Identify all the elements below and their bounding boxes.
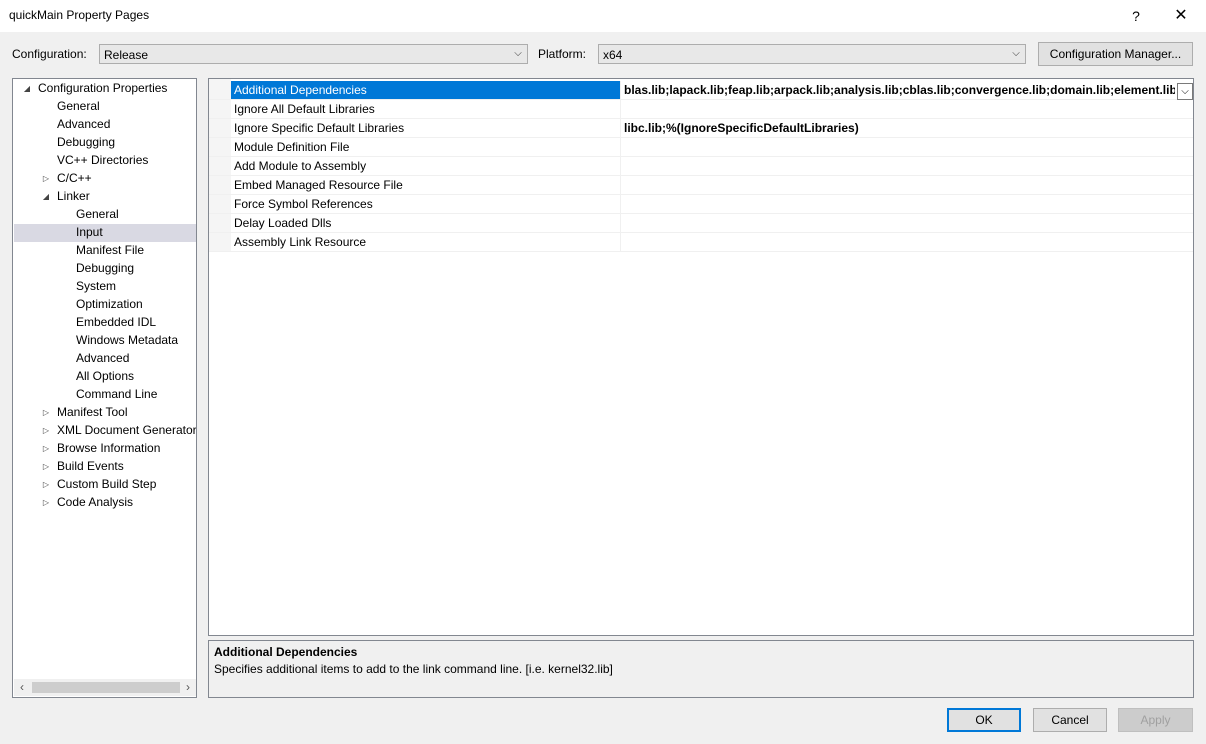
expand-triangle-icon[interactable]: ▷ [41, 444, 51, 453]
title-bar: quickMain Property Pages ? ✕ [0, 0, 1206, 32]
property-value[interactable]: blas.lib;lapack.lib;feap.lib;arpack.lib;… [620, 81, 1175, 99]
property-name[interactable]: Assembly Link Resource [231, 233, 620, 251]
property-row[interactable]: Embed Managed Resource File [209, 176, 1193, 195]
tree-item-command-line[interactable]: Command Line [76, 385, 157, 403]
tree-item-embedded-idl[interactable]: Embedded IDL [76, 313, 156, 331]
tree-item-c-cpp[interactable]: C/C++ [57, 169, 92, 187]
expand-triangle-icon[interactable]: ▷ [41, 462, 51, 471]
tree-item-general[interactable]: General [57, 97, 100, 115]
platform-combo[interactable]: x64 ⌵ [598, 44, 1026, 64]
expand-triangle-icon[interactable]: ▷ [41, 408, 51, 417]
description-text: Specifies additional items to add to the… [214, 662, 613, 676]
chevron-down-icon: ⌵ [1012, 48, 1020, 59]
property-name[interactable]: Ignore Specific Default Libraries [231, 119, 620, 137]
property-name[interactable]: Module Definition File [231, 138, 620, 156]
tree-item-windows-metadata[interactable]: Windows Metadata [76, 331, 178, 349]
property-value[interactable]: libc.lib;%(IgnoreSpecificDefaultLibrarie… [620, 119, 1193, 137]
tree-item-debugging[interactable]: Debugging [57, 133, 115, 151]
property-value[interactable] [620, 157, 1193, 175]
collapse-triangle-icon[interactable]: ◢ [22, 84, 32, 93]
tree-item-linker[interactable]: Linker [57, 187, 90, 205]
property-name[interactable]: Force Symbol References [231, 195, 620, 213]
window-title: quickMain Property Pages [9, 8, 150, 22]
tree-item-advanced[interactable]: Advanced [57, 115, 110, 133]
property-grid[interactable]: Additional Dependencies blas.lib;lapack.… [208, 78, 1194, 636]
property-value[interactable] [620, 233, 1193, 251]
chevron-down-icon: ⌵ [514, 48, 522, 59]
configuration-value: Release [104, 48, 149, 62]
tree-item-code-analysis[interactable]: Code Analysis [57, 493, 133, 511]
property-row[interactable]: Additional Dependencies blas.lib;lapack.… [209, 81, 1193, 100]
tree-item-linker-debugging[interactable]: Debugging [76, 259, 134, 277]
tree-item-linker-general[interactable]: General [76, 205, 119, 223]
tree-item-optimization[interactable]: Optimization [76, 295, 143, 313]
tree-item-xml-document-generator[interactable]: XML Document Generator [57, 421, 196, 439]
apply-button[interactable]: Apply [1118, 708, 1193, 732]
property-name[interactable]: Add Module to Assembly [231, 157, 620, 175]
property-name[interactable]: Ignore All Default Libraries [231, 100, 620, 118]
property-row[interactable]: Ignore All Default Libraries [209, 100, 1193, 119]
property-value[interactable] [620, 214, 1193, 232]
close-button[interactable]: ✕ [1158, 0, 1204, 32]
tree-item-manifest-tool[interactable]: Manifest Tool [57, 403, 127, 421]
property-row[interactable]: Assembly Link Resource [209, 233, 1193, 252]
property-row[interactable]: Add Module to Assembly [209, 157, 1193, 176]
property-row[interactable]: Ignore Specific Default Libraries libc.l… [209, 119, 1193, 138]
property-value[interactable] [620, 138, 1193, 156]
platform-value: x64 [603, 48, 623, 62]
tree-item-build-events[interactable]: Build Events [57, 457, 124, 475]
tree-item-system[interactable]: System [76, 277, 116, 295]
tree-item-linker-advanced[interactable]: Advanced [76, 349, 129, 367]
property-value[interactable] [620, 176, 1193, 194]
description-title: Additional Dependencies [214, 645, 358, 659]
property-value[interactable] [620, 100, 1193, 118]
help-button[interactable]: ? [1116, 0, 1156, 32]
property-name[interactable]: Additional Dependencies [231, 81, 620, 99]
tree-item-linker-input[interactable]: Input [76, 223, 103, 241]
property-row[interactable]: Module Definition File [209, 138, 1193, 157]
configuration-manager-button[interactable]: Configuration Manager... [1038, 42, 1193, 66]
tree-item-custom-build-step[interactable]: Custom Build Step [57, 475, 156, 493]
expand-triangle-icon[interactable]: ▷ [41, 498, 51, 507]
tree-horizontal-scrollbar[interactable]: ‹ › [14, 679, 196, 696]
ok-button[interactable]: OK [947, 708, 1021, 732]
tree-item-configuration-properties[interactable]: Configuration Properties [38, 79, 167, 97]
property-name[interactable]: Delay Loaded Dlls [231, 214, 620, 232]
expand-triangle-icon[interactable]: ▷ [41, 174, 51, 183]
property-row[interactable]: Force Symbol References [209, 195, 1193, 214]
cancel-button[interactable]: Cancel [1033, 708, 1107, 732]
tree-selection-highlight [14, 224, 196, 242]
property-row[interactable]: Delay Loaded Dlls [209, 214, 1193, 233]
scroll-right-icon[interactable]: › [180, 679, 196, 696]
collapse-triangle-icon[interactable]: ◢ [41, 192, 51, 201]
description-panel: Additional Dependencies Specifies additi… [208, 640, 1194, 698]
scroll-left-icon[interactable]: ‹ [14, 679, 30, 696]
configuration-label: Configuration: [12, 47, 87, 61]
expand-triangle-icon[interactable]: ▷ [41, 426, 51, 435]
property-name[interactable]: Embed Managed Resource File [231, 176, 620, 194]
tree-item-manifest-file[interactable]: Manifest File [76, 241, 144, 259]
expand-triangle-icon[interactable]: ▷ [41, 480, 51, 489]
scrollbar-thumb[interactable] [32, 682, 180, 693]
platform-label: Platform: [538, 47, 587, 61]
configuration-combo[interactable]: Release ⌵ [99, 44, 528, 64]
tree-item-browse-information[interactable]: Browse Information [57, 439, 160, 457]
tree-item-vc-directories[interactable]: VC++ Directories [57, 151, 148, 169]
property-tree[interactable]: ◢ Configuration Properties General Advan… [12, 78, 197, 698]
tree-item-all-options[interactable]: All Options [76, 367, 134, 385]
property-value[interactable] [620, 195, 1193, 213]
chevron-down-icon[interactable]: ⌵ [1177, 83, 1193, 100]
